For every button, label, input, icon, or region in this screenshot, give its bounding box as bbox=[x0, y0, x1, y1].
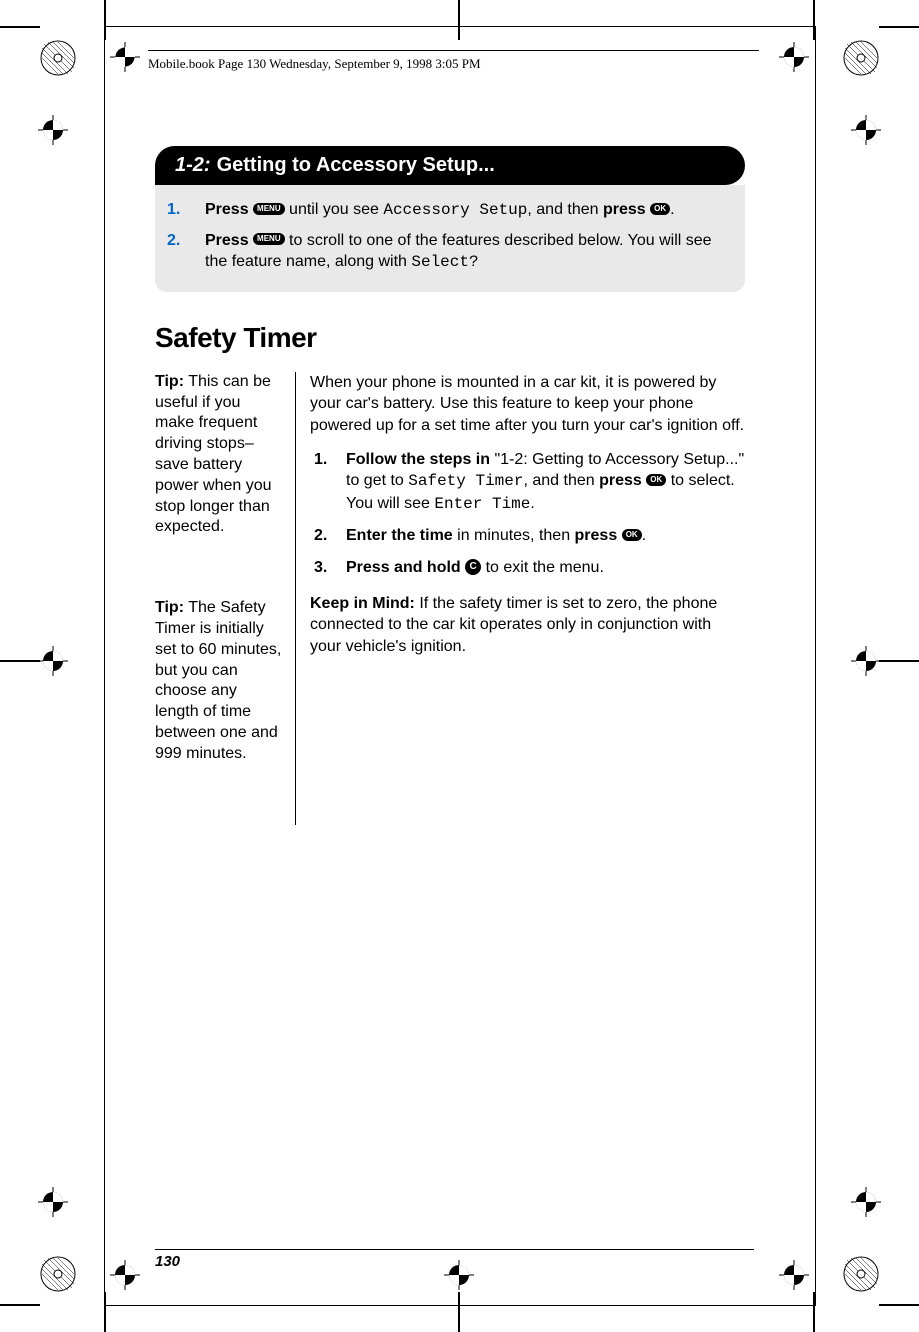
main-column: When your phone is mounted in a car kit,… bbox=[310, 372, 745, 825]
step-item: 1. Follow the steps in "1-2: Getting to … bbox=[340, 449, 745, 516]
lcd-text: Enter Time bbox=[434, 495, 530, 513]
vertical-rule bbox=[295, 372, 296, 825]
tip-label: Tip: bbox=[155, 373, 184, 390]
registration-mark-icon bbox=[851, 115, 881, 145]
section-title: Getting to Accessory Setup... bbox=[217, 154, 495, 176]
crop-mark bbox=[879, 1304, 919, 1306]
menu-button-icon: MENU bbox=[253, 233, 285, 245]
lcd-text: Select? bbox=[411, 253, 478, 271]
step-press: press bbox=[599, 472, 642, 489]
tip-block: Tip: This can be useful if you make freq… bbox=[155, 372, 283, 538]
step-item: 1. Press MENU until you see Accessory Se… bbox=[195, 199, 727, 222]
step-text: , and then bbox=[527, 201, 603, 218]
printer-ornament-icon bbox=[40, 40, 76, 76]
step-number: 1. bbox=[314, 449, 327, 471]
intro-paragraph: When your phone is mounted in a car kit,… bbox=[310, 372, 745, 437]
step-number: 1. bbox=[167, 199, 180, 221]
ok-button-icon: OK bbox=[650, 203, 670, 215]
registration-mark-icon bbox=[110, 42, 140, 72]
crop-mark bbox=[813, 0, 815, 40]
step-bold: Press and hold bbox=[346, 559, 461, 576]
registration-mark-icon bbox=[851, 1187, 881, 1217]
lcd-text: Accessory Setup bbox=[383, 201, 527, 219]
crop-mark bbox=[879, 660, 919, 662]
tip-label: Tip: bbox=[155, 599, 184, 616]
step-bold: Follow the steps in bbox=[346, 451, 490, 468]
step-number: 3. bbox=[314, 557, 327, 579]
running-header: Mobile.book Page 130 Wednesday, Septembe… bbox=[148, 56, 481, 72]
crop-mark bbox=[879, 26, 919, 28]
menu-button-icon: MENU bbox=[253, 203, 285, 215]
registration-mark-icon bbox=[38, 1187, 68, 1217]
crop-mark bbox=[0, 660, 40, 662]
printer-ornament-icon bbox=[843, 40, 879, 76]
registration-mark-icon bbox=[38, 115, 68, 145]
step-press: Press bbox=[205, 201, 249, 218]
step-text: . bbox=[642, 527, 646, 544]
ok-button-icon: OK bbox=[622, 529, 642, 541]
keep-label: Keep in Mind: bbox=[310, 595, 415, 612]
step-press: press bbox=[603, 201, 646, 218]
crop-mark bbox=[104, 1292, 106, 1332]
step-text: . bbox=[530, 495, 534, 512]
step-text: , and then bbox=[523, 472, 599, 489]
step-number: 2. bbox=[314, 525, 327, 547]
two-column-layout: Tip: This can be useful if you make freq… bbox=[155, 372, 745, 825]
printer-ornament-icon bbox=[40, 1256, 76, 1292]
registration-mark-icon bbox=[444, 1260, 474, 1290]
step-text: until you see bbox=[285, 201, 384, 218]
crop-mark bbox=[104, 0, 106, 40]
step-press: Press bbox=[205, 232, 249, 249]
tip-body: This can be useful if you make frequent … bbox=[155, 373, 272, 536]
step-item: 2. Press MENU to scroll to one of the fe… bbox=[195, 230, 727, 274]
step-press: press bbox=[575, 527, 618, 544]
step-item: 3. Press and hold C to exit the menu. bbox=[340, 557, 745, 579]
step-number: 2. bbox=[167, 230, 180, 252]
section-header: 1-2: Getting to Accessory Setup... bbox=[155, 146, 745, 185]
section-number: 1-2: bbox=[175, 154, 211, 176]
tip-block: Tip: The Safety Timer is initially set t… bbox=[155, 598, 283, 764]
step-text: in minutes, then bbox=[453, 527, 575, 544]
step-item: 2. Enter the time in minutes, then press… bbox=[340, 525, 745, 547]
crop-mark bbox=[0, 1304, 40, 1306]
tip-body: The Safety Timer is initially set to 60 … bbox=[155, 599, 281, 762]
sidebar: Tip: This can be useful if you make freq… bbox=[155, 372, 295, 825]
heading-safety-timer: Safety Timer bbox=[155, 322, 745, 354]
crop-mark bbox=[813, 1292, 815, 1332]
printer-ornament-icon bbox=[843, 1256, 879, 1292]
header-rule bbox=[148, 50, 759, 51]
registration-mark-icon bbox=[779, 42, 809, 72]
registration-mark-icon bbox=[851, 646, 881, 676]
ok-button-icon: OK bbox=[646, 474, 666, 486]
keep-in-mind: Keep in Mind: If the safety timer is set… bbox=[310, 593, 745, 658]
registration-mark-icon bbox=[110, 1260, 140, 1290]
step-bold: Enter the time bbox=[346, 527, 453, 544]
step-text: . bbox=[670, 201, 674, 218]
step-text: to exit the menu. bbox=[481, 559, 604, 576]
crop-mark bbox=[458, 1292, 460, 1332]
steps-box: 1. Press MENU until you see Accessory Se… bbox=[155, 185, 745, 292]
page-number: 130 bbox=[155, 1253, 180, 1270]
page-content: 1-2: Getting to Accessory Setup... 1. Pre… bbox=[155, 146, 745, 825]
crop-mark bbox=[458, 0, 460, 40]
registration-mark-icon bbox=[779, 1260, 809, 1290]
footer-rule bbox=[155, 1249, 754, 1250]
c-button-icon: C bbox=[465, 559, 481, 575]
lcd-text: Safety Timer bbox=[408, 472, 523, 490]
crop-mark bbox=[0, 26, 40, 28]
registration-mark-icon bbox=[38, 646, 68, 676]
